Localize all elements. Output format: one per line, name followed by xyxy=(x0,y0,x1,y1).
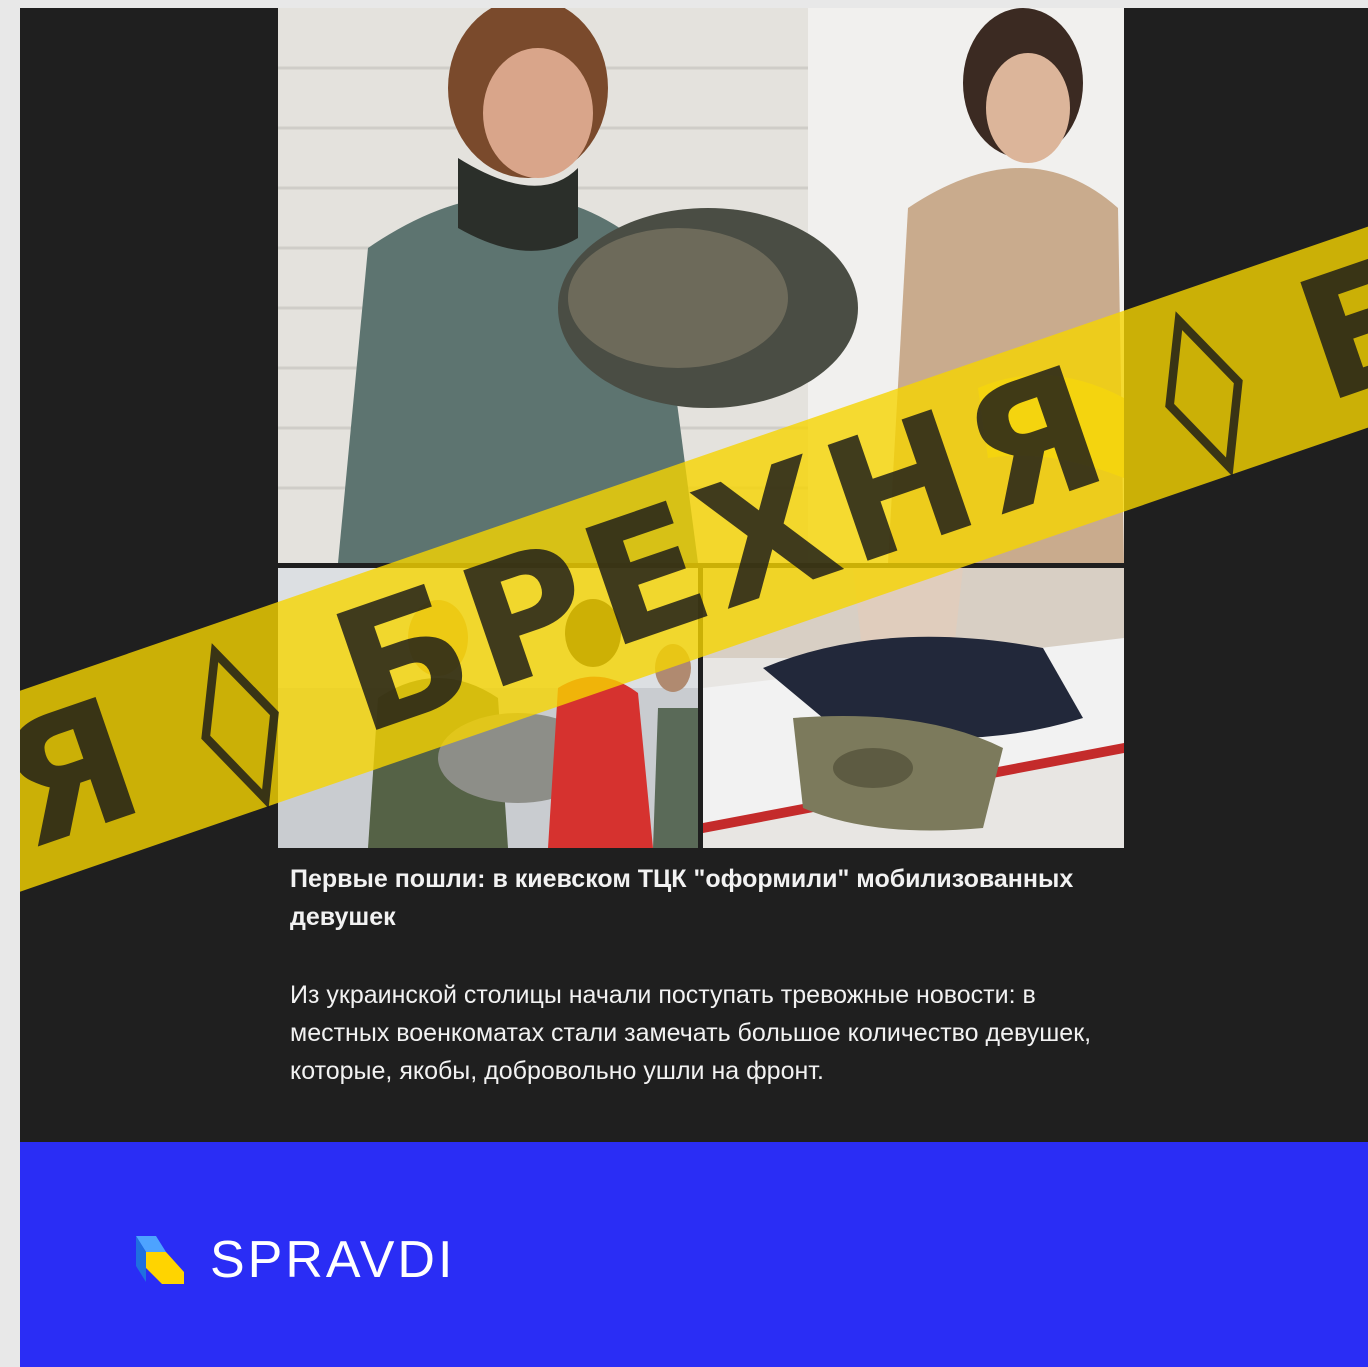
photo-bottom-right xyxy=(703,568,1124,848)
photo-main xyxy=(278,8,1124,563)
photo-collage xyxy=(278,8,1124,848)
fact-check-card: НЯ ◊ БРЕХНЯ ◊ БРЕ Первые пошли: в киевск… xyxy=(20,8,1368,1367)
post-text: Первые пошли: в киевском ТЦК "оформили" … xyxy=(290,860,1130,1090)
spravdi-logo: SPRAVDI xyxy=(132,1230,455,1290)
brand-footer: SPRAVDI xyxy=(20,1142,1368,1367)
post-headline: Первые пошли: в киевском ТЦК "оформили" … xyxy=(290,865,1074,931)
brand-name: SPRAVDI xyxy=(210,1231,456,1289)
post-body: Из украинской столицы начали поступать т… xyxy=(290,981,1092,1085)
spravdi-logo-icon xyxy=(136,1236,184,1284)
photo-bottom-left xyxy=(278,568,698,848)
